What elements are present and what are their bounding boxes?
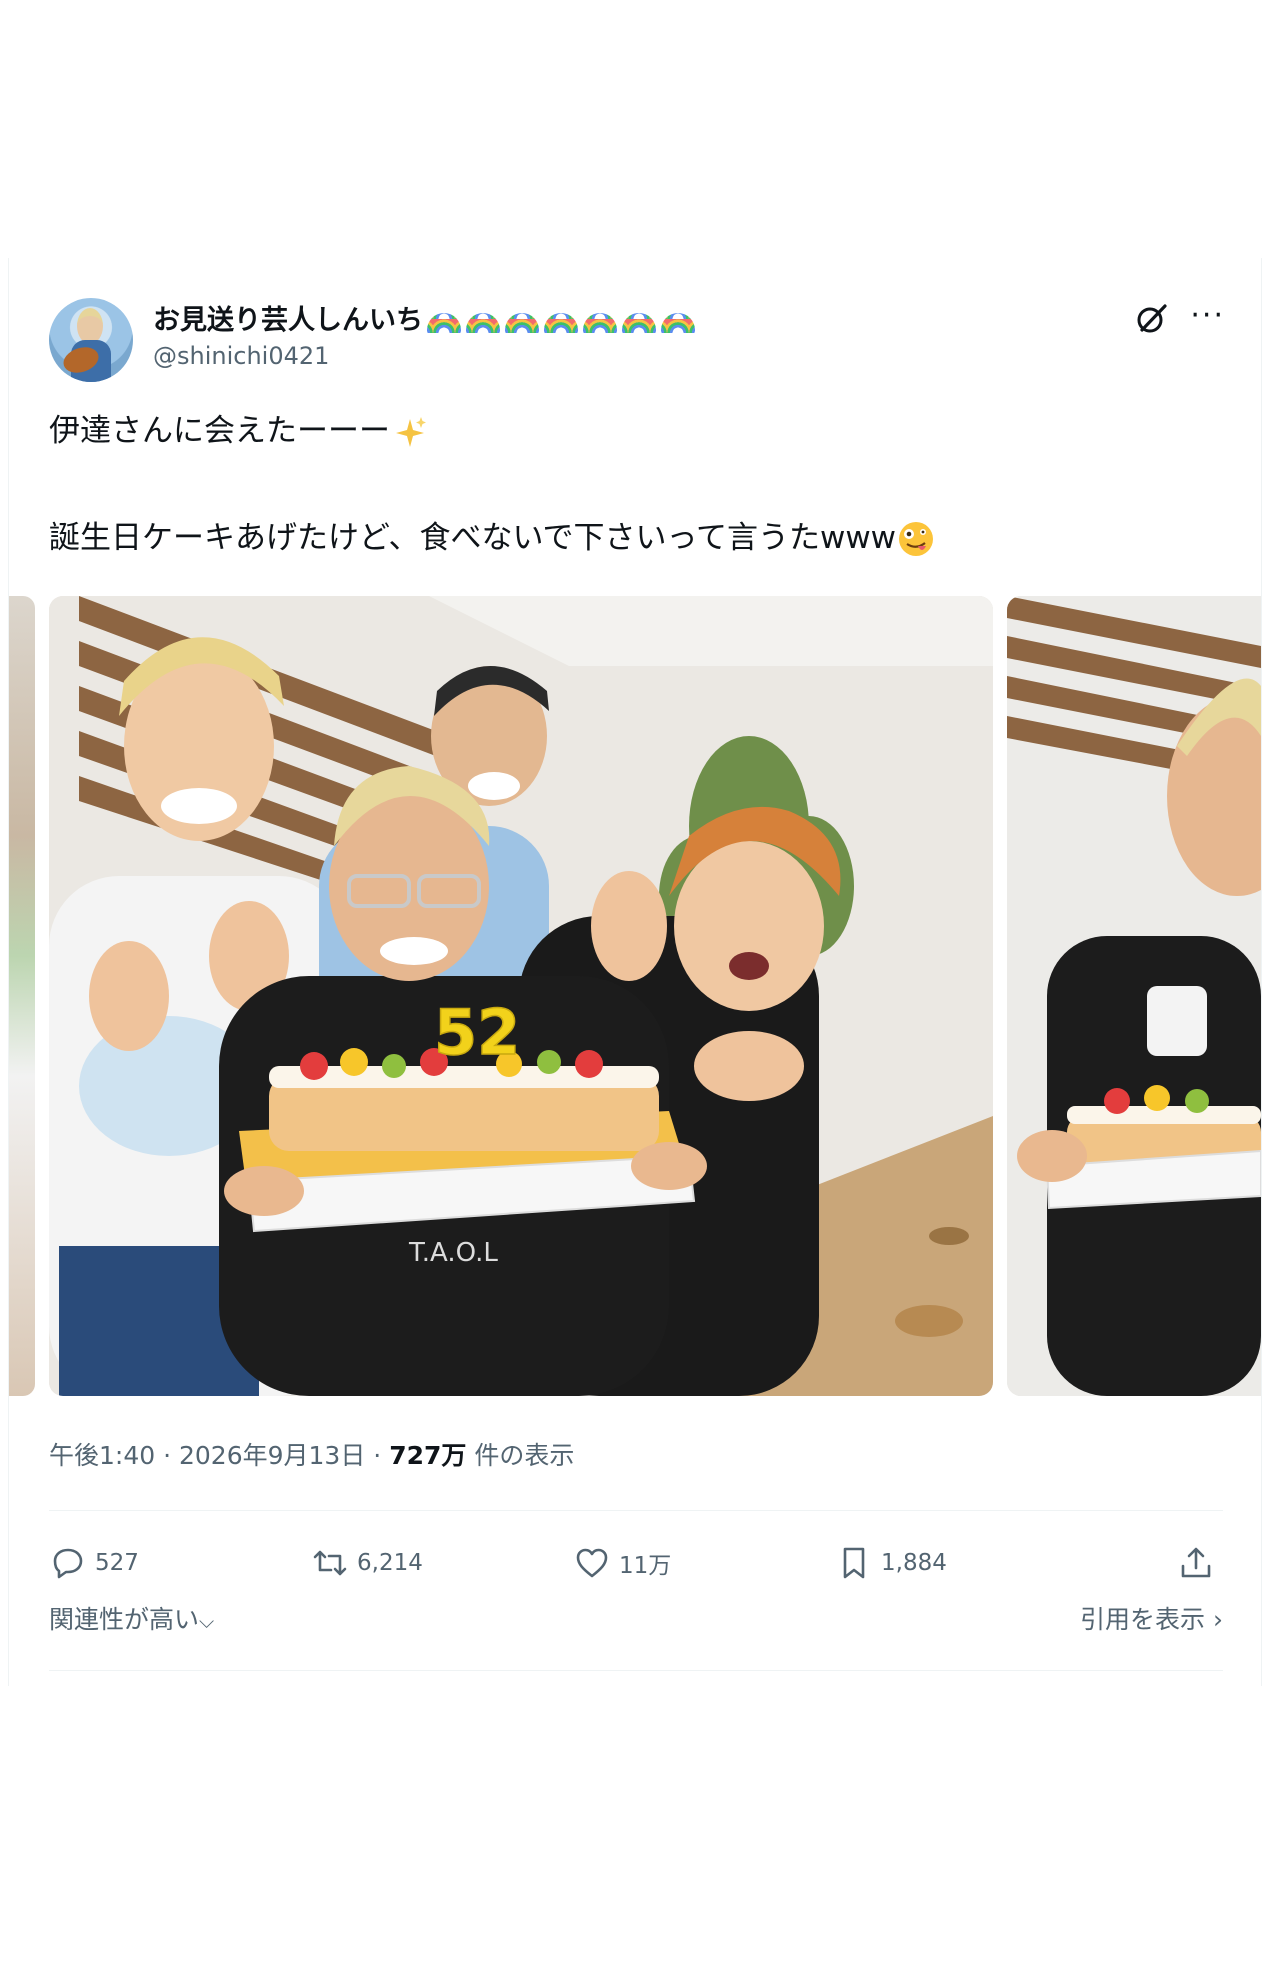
repost-icon <box>313 1550 347 1576</box>
zany-face-icon <box>899 522 934 556</box>
divider <box>49 1510 1223 1511</box>
like-button[interactable]: 11万 <box>573 1536 671 1590</box>
tweet-time[interactable]: 午後1:40 <box>49 1441 155 1470</box>
meta-separator: · <box>163 1441 172 1470</box>
tweet-line: 伊達さんに会えたーーー <box>49 410 936 453</box>
author-handle[interactable]: @shinichi0421 <box>153 342 329 370</box>
rainbow-icon <box>466 312 500 333</box>
reply-count: 527 <box>95 1550 139 1576</box>
rainbow-icon <box>544 312 578 333</box>
media-carousel[interactable]: 52 T.A.O.L <box>9 596 1261 1396</box>
photo-next[interactable] <box>1007 596 1261 1396</box>
tweet-line-2: 誕生日ケーキあげたけど、食べないで下さいって言うたwww <box>49 519 897 556</box>
divider <box>49 1670 1223 1671</box>
avatar[interactable] <box>49 298 133 382</box>
rainbow-emoji-group <box>427 306 700 337</box>
tweet-meta: 午後1:40 · 2026年9月13日 · 727万 件の表示 <box>49 1436 574 1472</box>
more-options-icon[interactable]: ··· <box>1190 298 1225 333</box>
photo-previous[interactable] <box>9 596 35 1396</box>
bookmark-icon <box>843 1547 865 1579</box>
view-quotes-link[interactable]: 引用を表示 › <box>1080 1600 1223 1636</box>
tweet-card: お見送り芸人しんいち @shinichi0421 ··· 伊達さんに会えたーーー… <box>8 258 1262 1686</box>
chevron-down-icon: ⌵ <box>199 1609 215 1633</box>
photo-next-illustration <box>1007 596 1261 1396</box>
rainbow-icon <box>661 312 695 333</box>
reply-button[interactable]: 527 <box>49 1536 139 1590</box>
view-count: 727万 <box>389 1441 467 1470</box>
sparkles-icon <box>396 416 426 447</box>
display-name-text[interactable]: お見送り芸人しんいち <box>153 305 423 336</box>
author-display-name[interactable]: お見送り芸人しんいち <box>153 298 700 337</box>
reply-icon <box>53 1548 83 1579</box>
rainbow-icon <box>583 312 617 333</box>
bookmark-button[interactable]: 1,884 <box>835 1536 947 1590</box>
heart-icon <box>576 1548 608 1578</box>
repost-count: 6,214 <box>357 1550 423 1576</box>
tweet-date[interactable]: 2026年9月13日 <box>179 1441 365 1470</box>
candle-digit-text: 52 <box>434 996 520 1069</box>
like-count: 11万 <box>619 1553 672 1579</box>
rainbow-icon <box>622 312 656 333</box>
tweet-line-1: 伊達さんに会えたーーー <box>49 413 390 449</box>
grok-icon[interactable] <box>1135 302 1169 336</box>
photo-main[interactable]: 52 T.A.O.L <box>49 596 993 1396</box>
bookmark-count: 1,884 <box>881 1550 947 1576</box>
rainbow-icon <box>427 312 461 333</box>
sort-replies-dropdown[interactable]: 関連性が高い⌵ <box>49 1600 214 1636</box>
view-label: 件の表示 <box>474 1441 575 1470</box>
sort-label: 関連性が高い <box>49 1605 200 1634</box>
chevron-right-icon: › <box>1205 1605 1223 1634</box>
rainbow-icon <box>505 312 539 333</box>
tweet-text: 伊達さんに会えたーーー 誕生日ケーキあげたけど、食べないで下さいって言うたwww <box>49 410 936 559</box>
tweet-line: 誕生日ケーキあげたけど、食べないで下さいって言うたwww <box>49 517 936 560</box>
repost-button[interactable]: 6,214 <box>311 1536 423 1590</box>
action-bar: 527 6,214 11万 1,884 <box>49 1536 1223 1590</box>
meta-separator: · <box>373 1441 382 1470</box>
photo-main-illustration: 52 T.A.O.L <box>49 596 993 1396</box>
shirt-print-text: T.A.O.L <box>408 1238 498 1268</box>
quotes-label: 引用を表示 <box>1080 1605 1206 1634</box>
share-button[interactable] <box>1177 1536 1223 1590</box>
share-icon <box>1181 1547 1211 1578</box>
